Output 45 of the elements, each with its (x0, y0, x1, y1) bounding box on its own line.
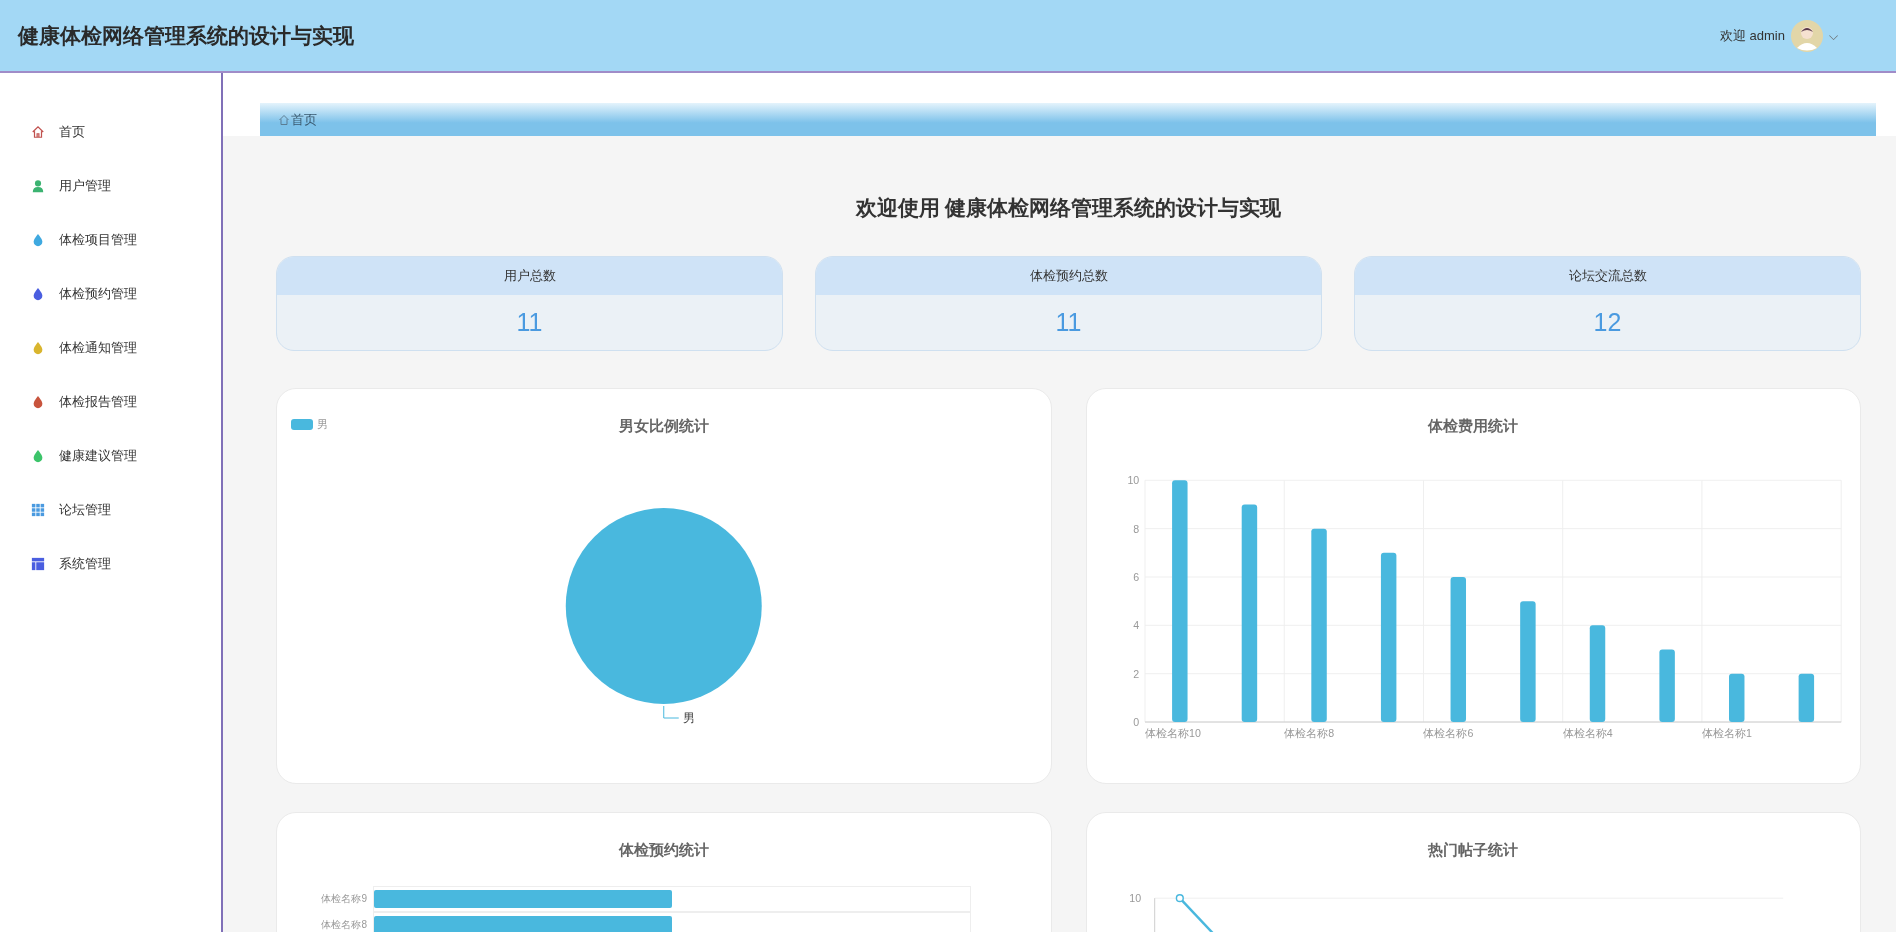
sidebar-item[interactable]: 首页 (0, 105, 221, 159)
chart-title: 热门帖子统计 (1428, 841, 1519, 860)
sidebar-item[interactable]: 体检报告管理 (0, 375, 221, 429)
stat-label: 体检预约总数 (816, 257, 1321, 295)
stat-label: 论坛交流总数 (1355, 257, 1860, 295)
bar (1728, 673, 1744, 723)
axis-tick-label: 2 (1132, 667, 1139, 680)
axis-category-label: 体检名称4 (1562, 727, 1613, 740)
sidebar-item[interactable]: 体检通知管理 (0, 321, 221, 375)
breadcrumb-link[interactable]: 首页 (291, 110, 317, 129)
axis-tick-label: 10 (1126, 474, 1139, 487)
legend-label: 男 (317, 417, 328, 432)
chart-title: 男女比例统计 (618, 417, 709, 436)
axis-category-label: 体检名称10 (1144, 727, 1201, 740)
axis-tick-label: 0 (1132, 715, 1139, 728)
home-icon (278, 113, 290, 126)
sidebar-item[interactable]: 体检项目管理 (0, 213, 221, 267)
app-title: 健康体检网络管理系统的设计与实现 (18, 22, 354, 49)
stat-label: 用户总数 (277, 257, 782, 295)
greeting-text: 欢迎 admin (1719, 26, 1785, 45)
slice-label: 男 (682, 711, 695, 725)
stat-value: 12 (1592, 307, 1623, 338)
legend-swatch[interactable] (291, 419, 313, 430)
axis-tick-label: 10 (1128, 892, 1141, 905)
stat-value: 11 (1054, 307, 1083, 338)
welcome-heading: 欢迎使用 健康体检网络管理系统的设计与实现 (854, 195, 1283, 221)
axis-tick-label: 4 (1132, 619, 1139, 632)
axis-category-label: 体检名称9 (320, 892, 368, 906)
chart-title: 体检预约统计 (618, 841, 709, 860)
sidebar-item[interactable]: 体检预约管理 (0, 267, 221, 321)
stat-value: 11 (515, 307, 544, 338)
sidebar-item[interactable]: 用户管理 (0, 159, 221, 213)
sidebar-item[interactable]: 论坛管理 (0, 483, 221, 537)
avatar-icon[interactable] (1791, 19, 1823, 52)
axis-category-label: 体检名称8 (1283, 727, 1334, 740)
axis-category-label: 体检名称8 (320, 918, 368, 932)
axis-category-label: 体检名称1 (1701, 727, 1752, 740)
sidebar-item[interactable]: 健康建议管理 (0, 429, 221, 483)
axis-tick-label: 6 (1132, 570, 1139, 583)
caret-icon[interactable]: ⌵ (1829, 28, 1838, 43)
chart-title: 体检费用统计 (1428, 417, 1519, 436)
sidebar-item[interactable]: 系统管理 (0, 537, 221, 591)
bar (1798, 673, 1814, 723)
axis-tick-label: 8 (1132, 522, 1139, 535)
axis-category-label: 体检名称6 (1422, 727, 1473, 740)
